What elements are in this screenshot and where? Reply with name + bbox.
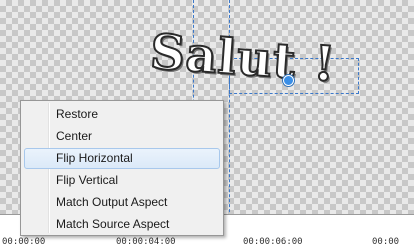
transform-handle[interactable]: [283, 75, 294, 86]
menu-item-match-output-aspect[interactable]: Match Output Aspect: [24, 192, 220, 213]
timecode-label: 00:00:06:00: [243, 237, 303, 247]
context-menu: Restore Center Flip Horizontal Flip Vert…: [20, 100, 224, 236]
menu-item-flip-horizontal[interactable]: Flip Horizontal: [24, 148, 220, 169]
menu-item-center[interactable]: Center: [24, 126, 220, 147]
menu-item-restore[interactable]: Restore: [24, 104, 220, 125]
timecode-label: 00:00:00: [2, 237, 46, 247]
timecode-label: 00:00:04:00: [116, 237, 176, 247]
menu-item-flip-vertical[interactable]: Flip Vertical: [24, 170, 220, 191]
menu-item-match-source-aspect[interactable]: Match Source Aspect: [24, 214, 220, 235]
overlay-text[interactable]: Salut !: [147, 23, 338, 94]
timecode-label: 00:00: [372, 237, 400, 247]
